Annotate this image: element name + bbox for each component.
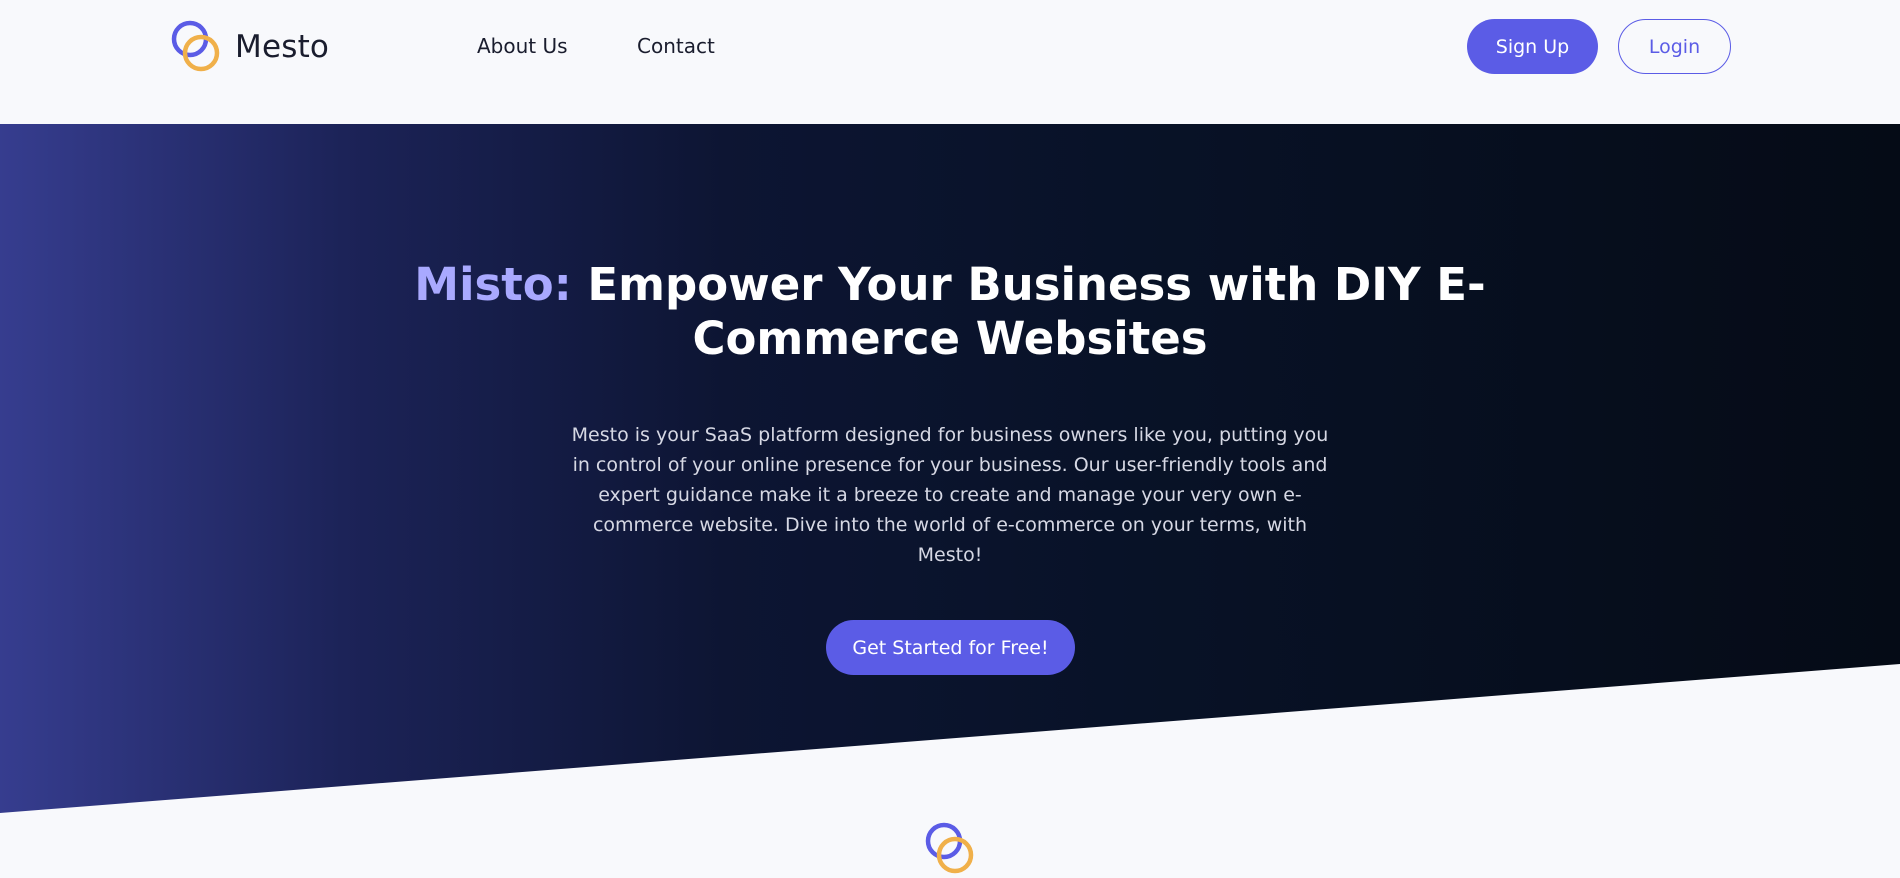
site-header: Mesto About Us Contact Sign Up Login xyxy=(0,0,1900,124)
nav-link-contact[interactable]: Contact xyxy=(637,34,715,58)
hero-section: Misto: Empower Your Business with DIY E-… xyxy=(0,124,1900,813)
hero-title-accent: Misto: xyxy=(414,258,572,311)
login-button[interactable]: Login xyxy=(1618,19,1731,74)
sign-up-button[interactable]: Sign Up xyxy=(1467,19,1598,74)
interlocking-rings-logo-icon xyxy=(925,822,974,874)
hero-title-main: Empower Your Business with DIY E-Commerc… xyxy=(587,258,1486,365)
hero-description: Mesto is your SaaS platform designed for… xyxy=(571,424,1329,566)
nav-link-about-us[interactable]: About Us xyxy=(477,34,568,58)
brand-name: Mesto xyxy=(235,29,330,65)
interlocking-rings-logo-icon xyxy=(171,20,220,72)
brand-logo[interactable]: Mesto xyxy=(170,18,329,76)
hero-title: Misto: Empower Your Business with DIY E-… xyxy=(400,258,1500,366)
get-started-button[interactable]: Get Started for Free! xyxy=(826,620,1075,675)
